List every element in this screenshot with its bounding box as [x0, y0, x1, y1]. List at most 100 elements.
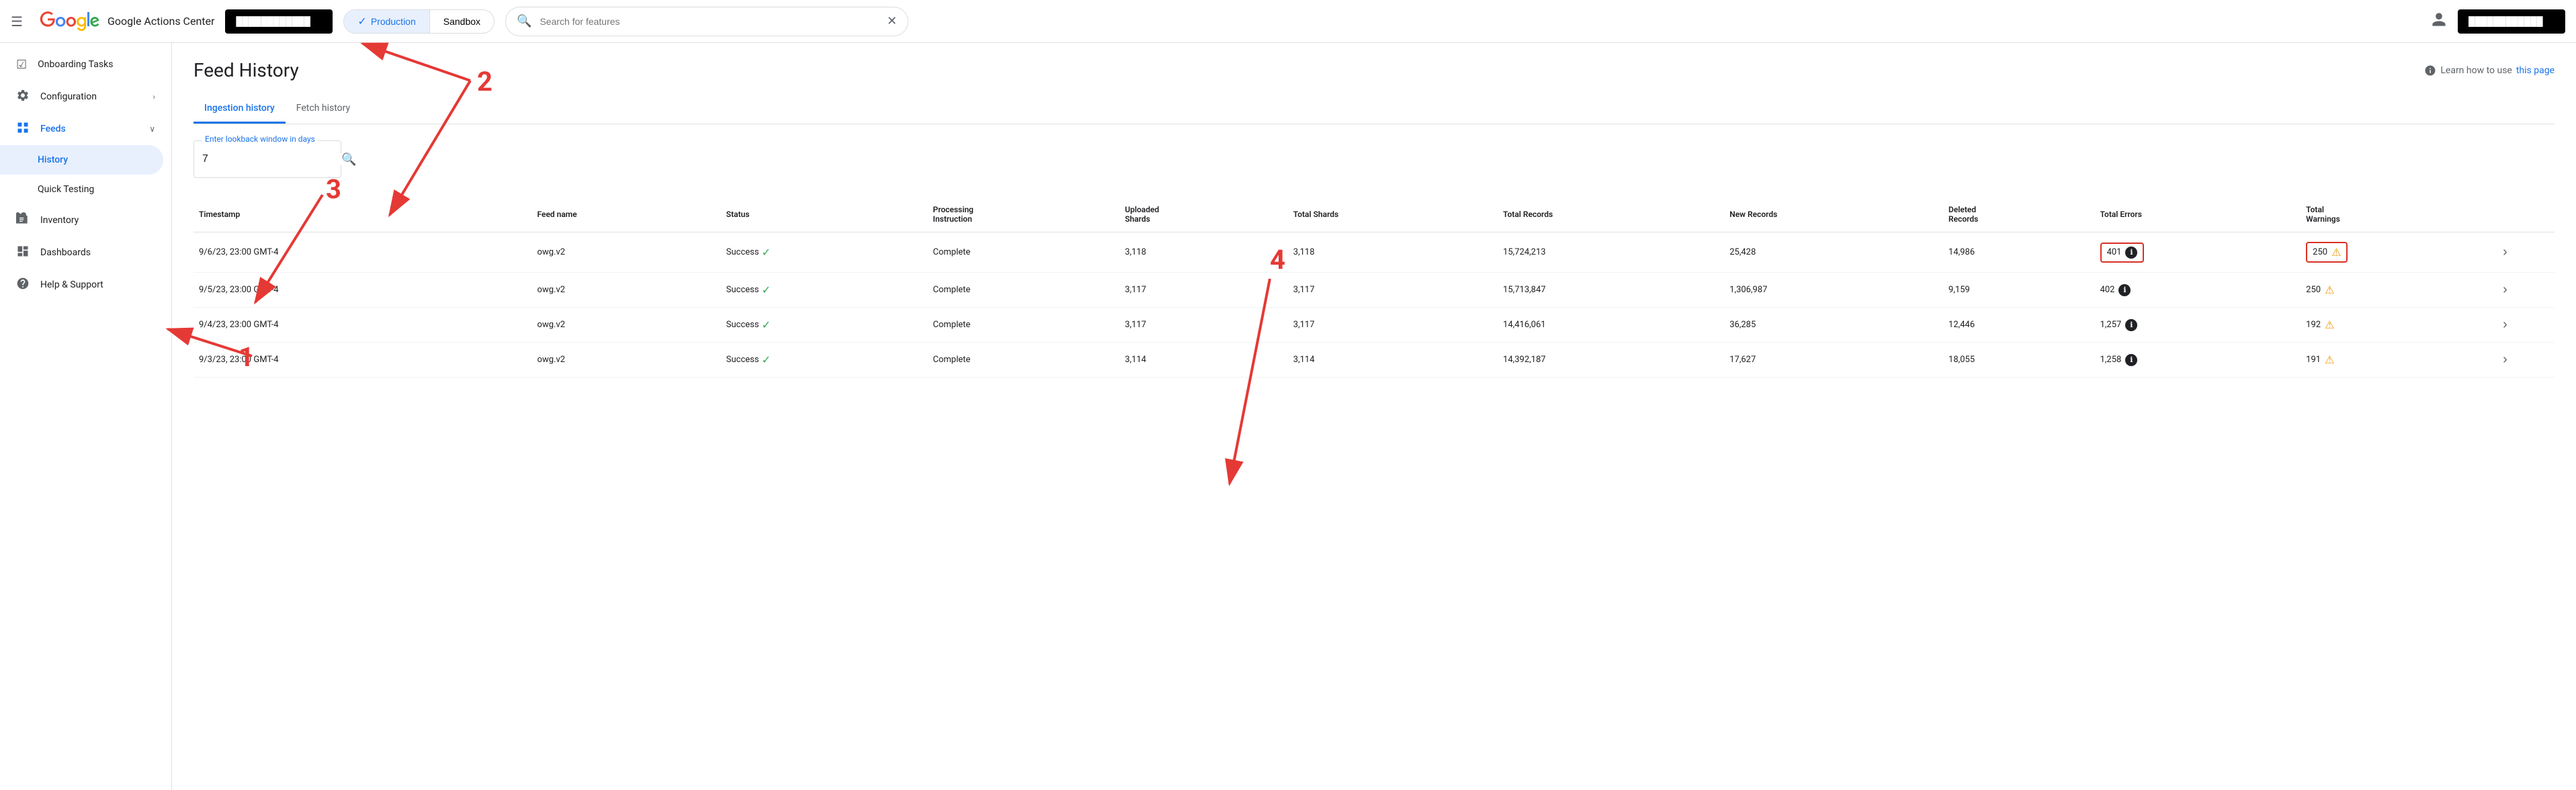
cell-status: Success ✓ — [721, 308, 928, 343]
cell-total-records: 15,724,213 — [1498, 232, 1724, 273]
menu-icon[interactable]: ☰ — [11, 13, 23, 30]
cell-processing: Complete — [928, 273, 1120, 308]
sidebar-label-history: History — [38, 155, 68, 165]
table-body: 9/6/23, 23:00 GMT-4 owg.v2 Success ✓ Com… — [194, 232, 2554, 378]
col-deleted-records: DeletedRecords — [1943, 197, 2095, 232]
onboarding-icon: ☑ — [16, 58, 27, 72]
app-logo: Google Actions Center — [39, 11, 214, 32]
lookback-input-wrap: Enter lookback window in days 🔍 — [194, 140, 341, 178]
cell-new-records: 36,285 — [1724, 308, 1943, 343]
info-icon: ℹ — [2125, 319, 2137, 331]
cell-status: Success ✓ — [721, 343, 928, 378]
cell-status: Success ✓ — [721, 232, 928, 273]
search-icon: 🔍 — [517, 14, 531, 28]
lookback-input[interactable] — [202, 153, 341, 165]
cell-new-records: 1,306,987 — [1724, 273, 1943, 308]
row-detail-button[interactable]: › — [2503, 282, 2507, 298]
cell-total-errors: 402 ℹ — [2095, 273, 2301, 308]
sidebar-item-onboarding[interactable]: ☑ Onboarding Tasks — [0, 48, 163, 81]
warning-icon: ⚠ — [2331, 246, 2341, 259]
status-text: Success — [726, 285, 759, 295]
warnings-value: 192 — [2306, 320, 2321, 330]
cell-timestamp: 9/3/23, 23:00 GMT-4 — [194, 343, 532, 378]
search-bar: 🔍 ✕ — [505, 7, 908, 36]
info-icon — [2424, 64, 2436, 77]
cell-action[interactable]: › — [2497, 343, 2554, 378]
lookback-search-icon[interactable]: 🔍 — [341, 152, 356, 167]
lookback-container: Enter lookback window in days 🔍 — [194, 140, 2554, 178]
info-icon: ℹ — [2118, 284, 2131, 296]
history-tabs: Ingestion history Fetch history — [194, 95, 2554, 124]
row-detail-button[interactable]: › — [2503, 317, 2507, 333]
cell-processing: Complete — [928, 343, 1120, 378]
cell-uploaded-shards: 3,118 — [1119, 232, 1288, 273]
sidebar-label-dashboards: Dashboards — [40, 247, 91, 258]
cell-uploaded-shards: 3,114 — [1119, 343, 1288, 378]
cell-total-warnings: 250 ⚠ — [2301, 273, 2497, 308]
sidebar-label-inventory: Inventory — [40, 215, 79, 226]
cell-total-shards: 3,117 — [1288, 273, 1498, 308]
header-right-box[interactable]: ████████████ — [2458, 9, 2565, 34]
production-env-button[interactable]: ✓ Production — [344, 10, 429, 33]
sidebar-item-help[interactable]: Help & Support — [0, 269, 163, 301]
app-name: Google Actions Center — [108, 15, 214, 28]
search-input[interactable] — [540, 16, 878, 27]
cell-total-warnings: 250 ⚠ — [2301, 232, 2497, 273]
col-total-records: Total Records — [1498, 197, 1724, 232]
row-detail-button[interactable]: › — [2503, 352, 2507, 367]
cell-feed-name: owg.v2 — [532, 273, 721, 308]
success-check-icon: ✓ — [762, 318, 771, 331]
cell-total-warnings: 191 ⚠ — [2301, 343, 2497, 378]
cell-action[interactable]: › — [2497, 273, 2554, 308]
check-icon: ✓ — [357, 15, 366, 28]
status-text: Success — [726, 320, 759, 330]
sidebar-item-history[interactable]: History — [0, 145, 163, 175]
user-avatar-icon[interactable] — [2431, 11, 2447, 32]
col-action — [2497, 197, 2554, 232]
cell-deleted-records: 9,159 — [1943, 273, 2095, 308]
learn-page-link[interactable]: this page — [2516, 65, 2554, 76]
sidebar-label-onboarding: Onboarding Tasks — [38, 59, 113, 70]
account-selector[interactable]: ████████████ — [225, 9, 333, 34]
app-layout: ☑ Onboarding Tasks Configuration › Feeds… — [0, 43, 2576, 790]
col-total-warnings: TotalWarnings — [2301, 197, 2497, 232]
cell-processing: Complete — [928, 308, 1120, 343]
cell-action[interactable]: › — [2497, 232, 2554, 273]
learn-link: Learn how to use this page — [2424, 64, 2554, 77]
cell-total-errors: 1,257 ℹ — [2095, 308, 2301, 343]
sidebar-item-dashboards[interactable]: Dashboards — [0, 236, 163, 269]
tab-ingestion-history[interactable]: Ingestion history — [194, 95, 286, 124]
errors-value: 401 — [2107, 247, 2122, 257]
cell-total-records: 14,416,061 — [1498, 308, 1724, 343]
help-icon — [16, 277, 30, 294]
sidebar-item-inventory[interactable]: Inventory — [0, 204, 163, 236]
sidebar-item-quick-testing[interactable]: Quick Testing — [0, 175, 163, 204]
sidebar-item-feeds[interactable]: Feeds ∨ — [0, 113, 171, 145]
table-row: 9/6/23, 23:00 GMT-4 owg.v2 Success ✓ Com… — [194, 232, 2554, 273]
col-feed-name: Feed name — [532, 197, 721, 232]
sandbox-env-button[interactable]: Sandbox — [430, 10, 494, 33]
tab-fetch-history[interactable]: Fetch history — [286, 95, 361, 124]
sidebar-label-help: Help & Support — [40, 279, 103, 290]
main-content: Feed History Learn how to use this page … — [172, 43, 2576, 790]
warnings-value: 250 — [2306, 285, 2321, 295]
cell-action[interactable]: › — [2497, 308, 2554, 343]
sidebar-item-configuration[interactable]: Configuration › — [0, 81, 171, 113]
status-text: Success — [726, 355, 759, 365]
config-icon — [16, 89, 30, 105]
cell-uploaded-shards: 3,117 — [1119, 273, 1288, 308]
col-total-shards: Total Shards — [1288, 197, 1498, 232]
info-icon: ℹ — [2125, 247, 2137, 259]
cell-feed-name: owg.v2 — [532, 232, 721, 273]
table-row: 9/5/23, 23:00 GMT-4 owg.v2 Success ✓ Com… — [194, 273, 2554, 308]
status-text: Success — [726, 247, 759, 257]
search-clear-icon[interactable]: ✕ — [887, 14, 897, 28]
col-uploaded-shards: UploadedShards — [1119, 197, 1288, 232]
row-detail-button[interactable]: › — [2503, 245, 2507, 260]
lookback-label: Enter lookback window in days — [202, 134, 318, 144]
cell-total-records: 14,392,187 — [1498, 343, 1724, 378]
sidebar-label-quick-testing: Quick Testing — [38, 184, 94, 195]
errors-value: 402 — [2100, 285, 2115, 295]
cell-total-shards: 3,114 — [1288, 343, 1498, 378]
col-timestamp: Timestamp — [194, 197, 532, 232]
